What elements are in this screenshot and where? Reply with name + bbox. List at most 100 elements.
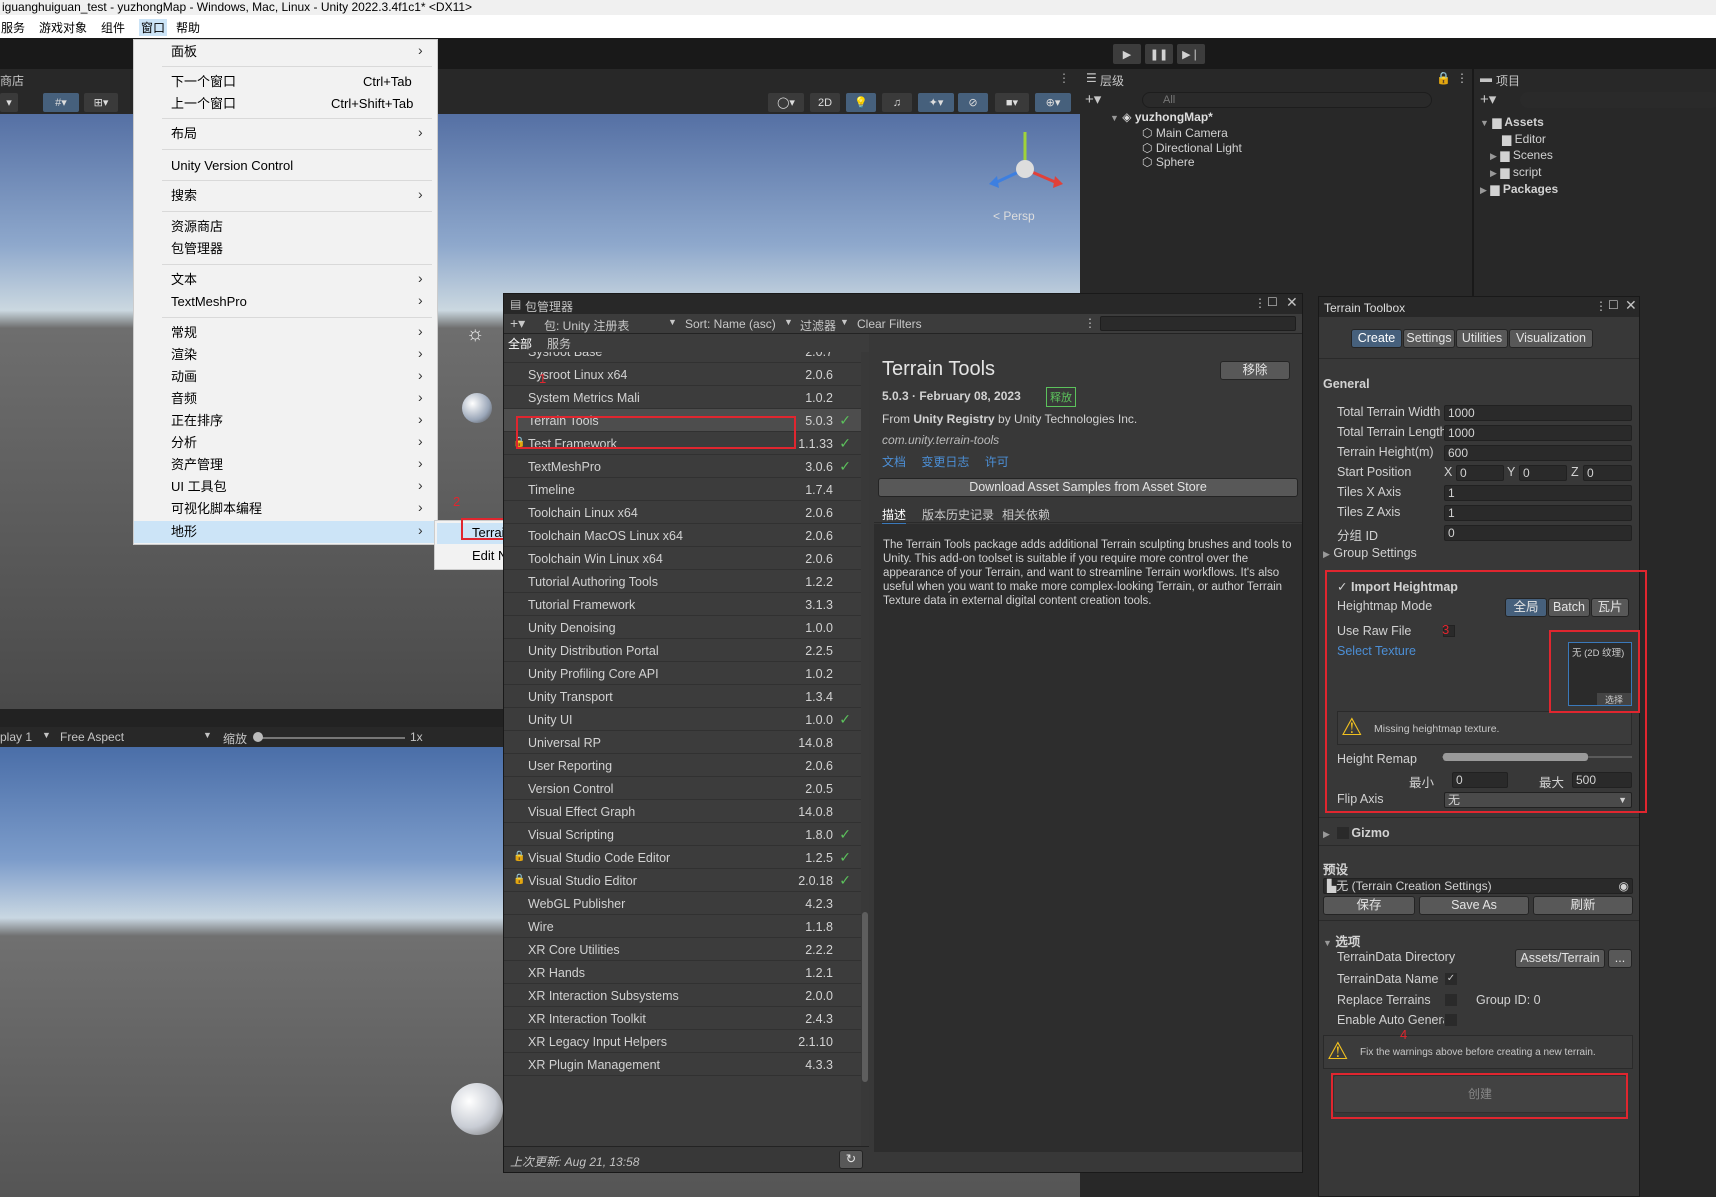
tab-description[interactable]: 描述 [882, 506, 907, 525]
sphere-object[interactable] [462, 393, 492, 423]
tree-item-script[interactable]: ▶ ▆ script [1480, 164, 1558, 181]
menu-item-ui-toolkit[interactable]: UI 工具包 [171, 477, 227, 497]
toolbox-tab[interactable]: Terrain Toolbox [1324, 301, 1405, 315]
tab-visualization[interactable]: Visualization [1509, 329, 1593, 348]
terrain-height-input[interactable]: 600 [1444, 445, 1632, 461]
save-button[interactable]: 保存 [1323, 896, 1415, 915]
add-icon[interactable]: +▾ [1085, 90, 1101, 108]
group-settings-foldout[interactable]: ▶ Group Settings [1323, 546, 1417, 560]
package-row[interactable]: Toolchain MacOS Linux x64 2.0.6 [504, 524, 869, 547]
changelog-link[interactable]: 变更日志 [921, 455, 969, 469]
preset-field[interactable]: ▙无 (Terrain Creation Settings) ◉ [1323, 878, 1633, 894]
tiles-x-input[interactable]: 1 [1444, 485, 1632, 501]
terraindata-name-checkbox[interactable]: ✓ [1445, 973, 1457, 985]
menu-item-terrain[interactable]: 地形 [171, 522, 197, 542]
maximize-icon[interactable]: ☐ [1608, 298, 1619, 312]
grid-snap-icon[interactable]: #▾ [43, 93, 79, 112]
gizmo-circle-icon[interactable]: ◯▾ [768, 93, 804, 112]
package-row[interactable]: Tutorial Authoring Tools 1.2.2 [504, 570, 869, 593]
light-icon[interactable]: ☼ [466, 323, 484, 346]
package-row[interactable]: Unity UI 1.0.0 ✓ [504, 708, 869, 731]
start-x-input[interactable]: 0 [1456, 465, 1504, 481]
close-icon[interactable]: ✕ [1286, 294, 1298, 311]
menu-item-text[interactable]: 文本 [171, 270, 197, 290]
package-row[interactable]: Unity Distribution Portal 2.2.5 [504, 639, 869, 662]
menu-help[interactable]: 帮助 [176, 19, 200, 36]
menu-item-next-window[interactable]: 下一个窗口 Ctrl+Tab [171, 72, 412, 92]
package-row[interactable]: Tutorial Framework 3.1.3 [504, 593, 869, 616]
start-z-input[interactable]: 0 [1583, 465, 1632, 481]
package-row[interactable]: 🔒 Visual Studio Editor 2.0.18 ✓ [504, 869, 869, 892]
tab-version-history[interactable]: 版本历史记录 [922, 506, 994, 523]
package-source-dropdown[interactable]: 包: Unity 注册表 [544, 317, 629, 334]
more-icon[interactable]: ⋮ [1456, 71, 1468, 85]
menu-item-layout[interactable]: 布局 [171, 124, 197, 144]
persp-label[interactable]: < Persp [993, 209, 1035, 223]
menu-item-general[interactable]: 常规 [171, 323, 197, 343]
package-manager-tab[interactable]: 包管理器 [525, 298, 573, 315]
package-row[interactable]: Visual Scripting 1.8.0 ✓ [504, 823, 869, 846]
package-row[interactable]: Toolchain Win Linux x64 2.0.6 [504, 547, 869, 570]
toggle-2d-button[interactable]: 2D [810, 93, 840, 112]
filters-dropdown[interactable]: 过滤器 [800, 317, 836, 334]
tab-utilities[interactable]: Utilities [1456, 329, 1508, 348]
menu-item-package-manager[interactable]: 包管理器 [171, 239, 223, 259]
package-row[interactable]: XR Interaction Subsystems 2.0.0 [504, 984, 869, 1007]
package-row[interactable]: Toolchain Linux x64 2.0.6 [504, 501, 869, 524]
hidden-objects-icon[interactable]: ⊘ [958, 93, 988, 112]
menu-component[interactable]: 组件 [101, 19, 125, 36]
hierarchy-search-input[interactable]: All [1142, 92, 1432, 108]
orientation-gizmo-icon[interactable] [985, 124, 1065, 204]
menu-item-textmeshpro[interactable]: TextMeshPro [171, 292, 247, 312]
browse-button[interactable]: ... [1608, 949, 1632, 968]
target-icon[interactable]: ◉ [1619, 879, 1629, 893]
more-icon[interactable]: ⋮ [1058, 71, 1070, 85]
refresh-icon[interactable]: ↻ [839, 1150, 863, 1169]
more-icon[interactable]: ⋮ [1084, 316, 1096, 330]
menu-services[interactable]: 服务 [1, 19, 25, 36]
package-row[interactable]: Timeline 1.7.4 [504, 478, 869, 501]
maximize-icon[interactable]: ☐ [1267, 295, 1278, 309]
add-package-icon[interactable]: +▾ [510, 315, 525, 332]
menu-item-asset-management[interactable]: 资产管理 [171, 455, 223, 475]
menu-gameobject[interactable]: 游戏对象 [39, 19, 87, 36]
refresh-button[interactable]: 刷新 [1533, 896, 1633, 915]
hierarchy-item-sphere[interactable]: ⬡ Sphere [1142, 155, 1242, 170]
menu-item-version-control[interactable]: Unity Version Control [171, 156, 293, 176]
remove-button[interactable]: 移除 [1220, 361, 1290, 380]
package-row[interactable]: WebGL Publisher 4.2.3 [504, 892, 869, 915]
package-row[interactable]: XR Hands 1.2.1 [504, 961, 869, 984]
options-foldout[interactable]: ▼ 选项 [1323, 931, 1360, 950]
package-row[interactable]: Sysroot Base 2.0.7 [504, 352, 869, 363]
menu-item-asset-store[interactable]: 资源商店 [171, 217, 223, 237]
license-link[interactable]: 许可 [985, 455, 1009, 469]
menu-item-panels[interactable]: 面板 [171, 42, 197, 62]
save-as-button[interactable]: Save As [1419, 896, 1529, 915]
more-icon[interactable]: ⋮ [1595, 299, 1607, 313]
display-dropdown[interactable]: play 1 [0, 730, 32, 744]
tab-services[interactable]: 服务 [547, 335, 571, 352]
package-row[interactable]: 🔒 Visual Studio Code Editor 1.2.5 ✓ [504, 846, 869, 869]
package-row[interactable]: TextMeshPro 3.0.6 ✓ [504, 455, 869, 478]
total-length-input[interactable]: 1000 [1444, 425, 1632, 441]
audio-icon[interactable]: ♫ [882, 93, 912, 112]
gizmos-icon[interactable]: ⊕▾ [1035, 93, 1071, 112]
docs-link[interactable]: 文档 [882, 455, 906, 469]
hierarchy-item-directional-light[interactable]: ⬡ Directional Light [1142, 141, 1242, 156]
tab-settings[interactable]: Settings [1403, 329, 1455, 348]
tree-item-scenes[interactable]: ▶ ▆ Scenes [1480, 147, 1558, 164]
total-width-input[interactable]: 1000 [1444, 405, 1632, 421]
step-button[interactable]: ▶❘ [1177, 44, 1205, 64]
package-row[interactable]: XR Plugin Management 4.3.3 [504, 1053, 869, 1076]
tiles-z-input[interactable]: 1 [1444, 505, 1632, 521]
hierarchy-item-main-camera[interactable]: ⬡ Main Camera [1142, 126, 1242, 141]
terraindata-directory-field[interactable]: Assets/Terrain [1515, 949, 1605, 968]
auto-generate-checkbox[interactable] [1445, 1014, 1457, 1026]
replace-terrains-checkbox[interactable] [1445, 994, 1457, 1006]
menu-item-prev-window[interactable]: 上一个窗口 Ctrl+Shift+Tab [171, 94, 413, 114]
scale-slider[interactable] [255, 737, 405, 739]
scale-slider-handle[interactable] [253, 732, 263, 742]
menu-item-audio[interactable]: 音频 [171, 389, 197, 409]
package-row[interactable]: Unity Profiling Core API 1.0.2 [504, 662, 869, 685]
package-row[interactable]: Sysroot Linux x64 2.0.6 [504, 363, 869, 386]
